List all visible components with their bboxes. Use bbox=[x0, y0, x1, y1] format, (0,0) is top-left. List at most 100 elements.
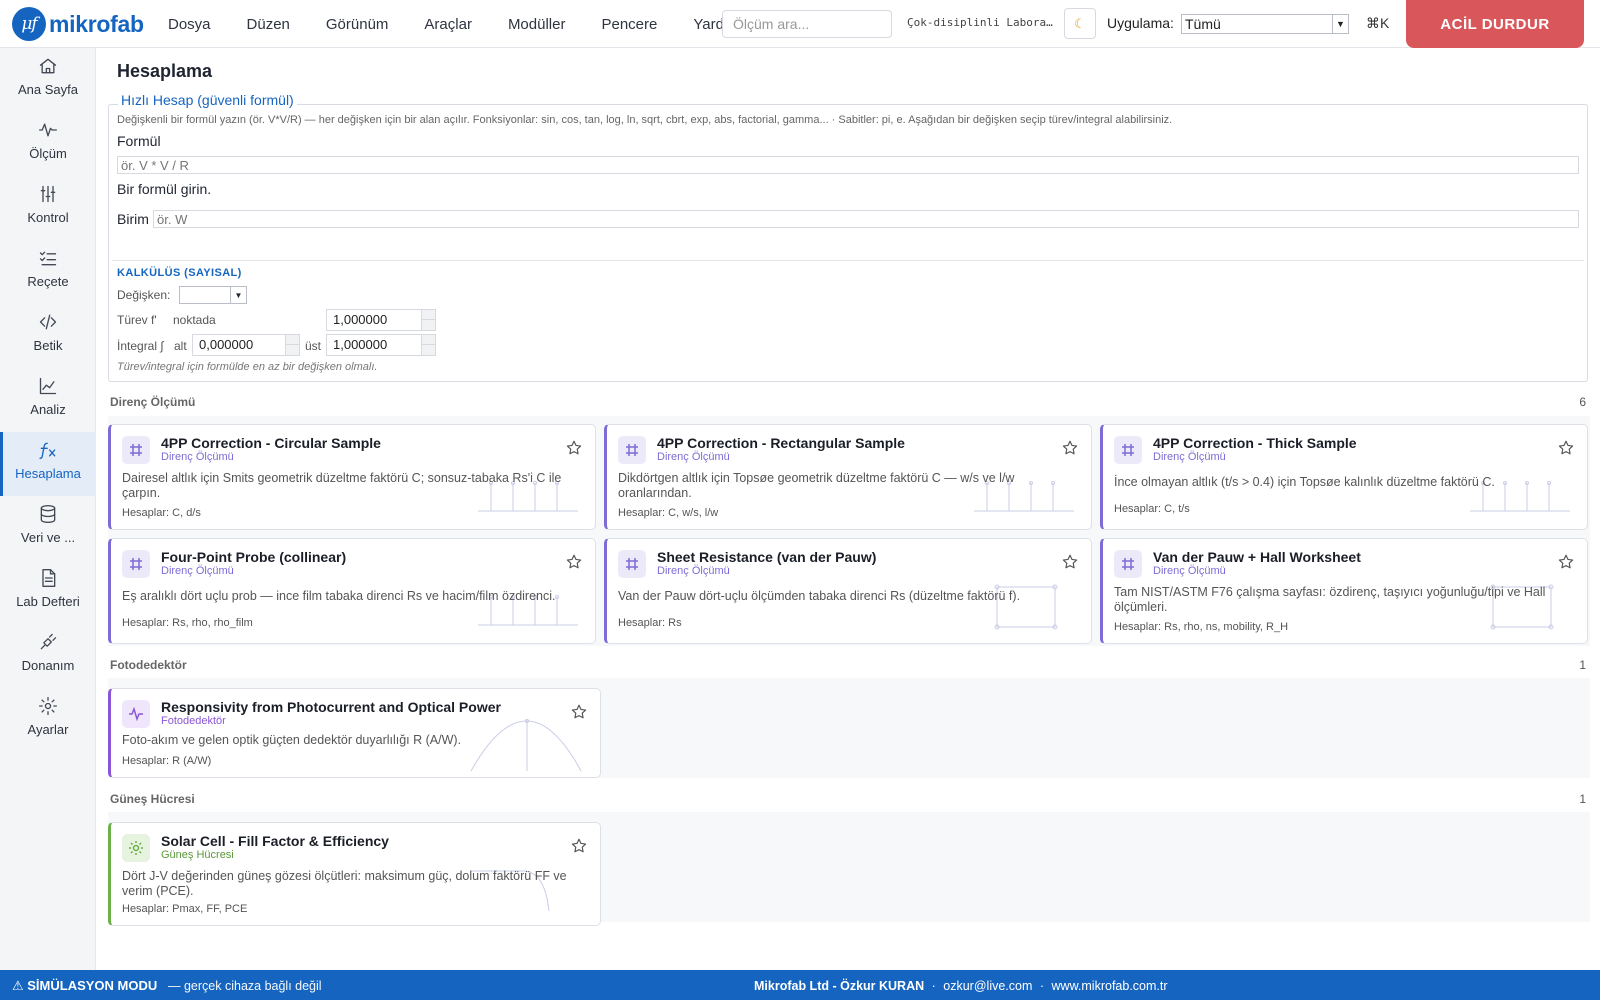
card-category: Direnç Ölçümü bbox=[161, 565, 234, 577]
sidebar-item-calculation[interactable]: Hesaplama bbox=[0, 432, 96, 496]
card-title: 4PP Correction - Rectangular Sample bbox=[657, 435, 905, 451]
grid-icon bbox=[1114, 436, 1142, 464]
group-name: Direnç Ölçümü bbox=[110, 395, 196, 409]
calc-card-van-der-pauw-hall[interactable]: Van der Pauw + Hall Worksheet Direnç Ölç… bbox=[1100, 538, 1588, 644]
derivative-label: Türev f' bbox=[117, 313, 157, 327]
card-title: Solar Cell - Fill Factor & Efficiency bbox=[161, 833, 389, 849]
menu-tools[interactable]: Araçlar bbox=[406, 16, 490, 33]
card-outputs: Hesaplar: Rs, rho, rho_film bbox=[122, 617, 253, 629]
app-filter-select[interactable]: Tümü ▼ bbox=[1181, 14, 1349, 34]
card-category: Direnç Ölçümü bbox=[657, 451, 730, 463]
sidebar-item-label: Veri ve ... bbox=[20, 530, 76, 545]
sidebar-item-notebook[interactable]: Lab Defteri bbox=[0, 560, 96, 624]
spinner-buttons[interactable] bbox=[421, 335, 436, 355]
card-title: Responsivity from Photocurrent and Optic… bbox=[161, 699, 501, 715]
calc-card-sheet-resistance[interactable]: Sheet Resistance (van der Pauw) Direnç Ö… bbox=[604, 538, 1092, 644]
sidebar-item-settings[interactable]: Ayarlar bbox=[0, 688, 96, 752]
calculus-hint: Türev/integral için formülde en az bir d… bbox=[117, 361, 378, 373]
card-description: Dikdörtgen altlık için Topsøe geometrik … bbox=[618, 471, 1015, 500]
favorite-star-icon[interactable] bbox=[1061, 553, 1079, 571]
sidebar-item-script[interactable]: Betik bbox=[0, 304, 96, 368]
calc-card-responsivity[interactable]: Responsivity from Photocurrent and Optic… bbox=[108, 688, 601, 778]
app-logo[interactable]: μf mikrofab bbox=[12, 6, 144, 42]
sidebar-item-hardware[interactable]: Donanım bbox=[0, 624, 96, 688]
command-palette-shortcut[interactable]: ⌘K bbox=[1366, 15, 1389, 32]
menu-modules[interactable]: Modüller bbox=[490, 16, 584, 33]
sidebar-item-label: Reçete bbox=[27, 274, 69, 289]
calc-card-four-point-probe[interactable]: Four-Point Probe (collinear) Direnç Ölçü… bbox=[108, 538, 596, 644]
menu-view[interactable]: Görünüm bbox=[308, 16, 407, 33]
sidebar-item-label: Ölçüm bbox=[29, 146, 67, 161]
integral-label: İntegral ∫ bbox=[117, 339, 164, 353]
lab-name[interactable]: Çok-disiplinli Laboratuvar bbox=[907, 16, 1055, 29]
card-category: Direnç Ölçümü bbox=[657, 565, 730, 577]
favorite-star-icon[interactable] bbox=[1557, 439, 1575, 457]
search-input[interactable] bbox=[722, 10, 892, 38]
sidebar-item-measurement[interactable]: Ölçüm bbox=[0, 112, 96, 176]
grid-icon bbox=[122, 550, 150, 578]
variable-select[interactable]: ▼ bbox=[179, 286, 247, 304]
unit-label: Birim bbox=[117, 211, 149, 227]
sidebar-item-label: Analiz bbox=[30, 402, 66, 417]
spinner-buttons[interactable] bbox=[285, 335, 300, 355]
card-title: Sheet Resistance (van der Pauw) bbox=[657, 549, 877, 565]
card-title: 4PP Correction - Thick Sample bbox=[1153, 435, 1357, 451]
emergency-stop-button[interactable]: ACİL DURDUR bbox=[1406, 0, 1584, 48]
favorite-star-icon[interactable] bbox=[565, 553, 583, 571]
sun-icon bbox=[122, 834, 150, 862]
favorite-star-icon[interactable] bbox=[1061, 439, 1079, 457]
menu-file[interactable]: Dosya bbox=[150, 16, 229, 33]
card-description: Foto-akım ve gelen optik güçten dedektör… bbox=[122, 733, 462, 747]
menu-window[interactable]: Pencere bbox=[583, 16, 675, 33]
menu-edit[interactable]: Düzen bbox=[229, 16, 308, 33]
grid-icon bbox=[1114, 550, 1142, 578]
variable-label: Değişken: bbox=[117, 288, 171, 302]
derivative-point-input[interactable]: 1,000000 bbox=[326, 309, 436, 331]
sidebar-item-control[interactable]: Kontrol bbox=[0, 176, 96, 240]
favorite-star-icon[interactable] bbox=[1557, 553, 1575, 571]
credits: Mikrofab Ltd - Özkur KURAN · ozkur@live.… bbox=[754, 979, 1168, 993]
calc-card-4pp-thick[interactable]: 4PP Correction - Thick Sample Direnç Ölç… bbox=[1100, 424, 1588, 530]
unit-input[interactable] bbox=[153, 210, 1579, 228]
card-description: Eş aralıklı dört uçlu prob — ince film t… bbox=[122, 589, 556, 603]
sidebar-item-label: Lab Defteri bbox=[16, 594, 80, 609]
website-link[interactable]: www.mikrofab.com.tr bbox=[1052, 979, 1168, 993]
group-name: Güneş Hücresi bbox=[110, 792, 195, 806]
favorite-star-icon[interactable] bbox=[570, 837, 588, 855]
page-title: Hesaplama bbox=[117, 61, 213, 81]
card-description: İnce olmayan altlık (t/s > 0.4) için Top… bbox=[1114, 475, 1495, 489]
sliders-icon bbox=[40, 185, 56, 203]
lower-bound-value: 0,000000 bbox=[199, 337, 254, 352]
favorite-star-icon[interactable] bbox=[565, 439, 583, 457]
grid-icon bbox=[618, 550, 646, 578]
menu-bar: Dosya Düzen Görünüm Araçlar Modüller Pen… bbox=[150, 0, 759, 48]
calc-card-4pp-rectangular[interactable]: 4PP Correction - Rectangular Sample Dire… bbox=[604, 424, 1092, 530]
lower-bound-label: alt bbox=[174, 339, 187, 353]
card-title: 4PP Correction - Circular Sample bbox=[161, 435, 381, 451]
calc-card-solar-fill-factor[interactable]: Solar Cell - Fill Factor & Efficiency Gü… bbox=[108, 822, 601, 926]
email-link[interactable]: ozkur@live.com bbox=[943, 979, 1032, 993]
status-bar: ⚠ SİMÜLASYON MODU — gerçek cihaza bağlı … bbox=[0, 970, 1600, 1000]
checklist-icon bbox=[39, 251, 57, 266]
waveform-icon bbox=[39, 123, 57, 137]
sidebar-item-label: Betik bbox=[33, 338, 63, 353]
plug-icon bbox=[40, 633, 57, 650]
sidebar-item-data[interactable]: Veri ve ... bbox=[0, 496, 96, 560]
sidebar-item-label: Kontrol bbox=[27, 210, 69, 225]
card-description: Tam NIST/ASTM F76 çalışma sayfası: özdir… bbox=[1114, 585, 1546, 614]
formula-input[interactable] bbox=[117, 156, 1579, 174]
calc-card-4pp-circular[interactable]: 4PP Correction - Circular Sample Direnç … bbox=[108, 424, 596, 530]
sidebar-item-home[interactable]: Ana Sayfa bbox=[0, 48, 96, 112]
theme-toggle-button[interactable]: ☾ bbox=[1064, 8, 1096, 39]
spinner-buttons[interactable] bbox=[421, 310, 436, 330]
card-outputs: Hesaplar: C, w/s, l/w bbox=[618, 507, 719, 519]
group-count: 6 bbox=[1579, 395, 1586, 409]
lower-bound-input[interactable]: 0,000000 bbox=[192, 334, 300, 356]
card-category: Direnç Ölçümü bbox=[161, 451, 234, 463]
card-description: Van der Pauw dört-uçlu ölçümden tabaka d… bbox=[618, 589, 1021, 603]
upper-bound-input[interactable]: 1,000000 bbox=[326, 334, 436, 356]
sidebar-item-recipe[interactable]: Reçete bbox=[0, 240, 96, 304]
sidebar-item-label: Ana Sayfa bbox=[18, 82, 78, 97]
sidebar-item-analysis[interactable]: Analiz bbox=[0, 368, 96, 432]
card-outputs: Hesaplar: Rs, rho, ns, mobility, R_H bbox=[1114, 621, 1289, 633]
